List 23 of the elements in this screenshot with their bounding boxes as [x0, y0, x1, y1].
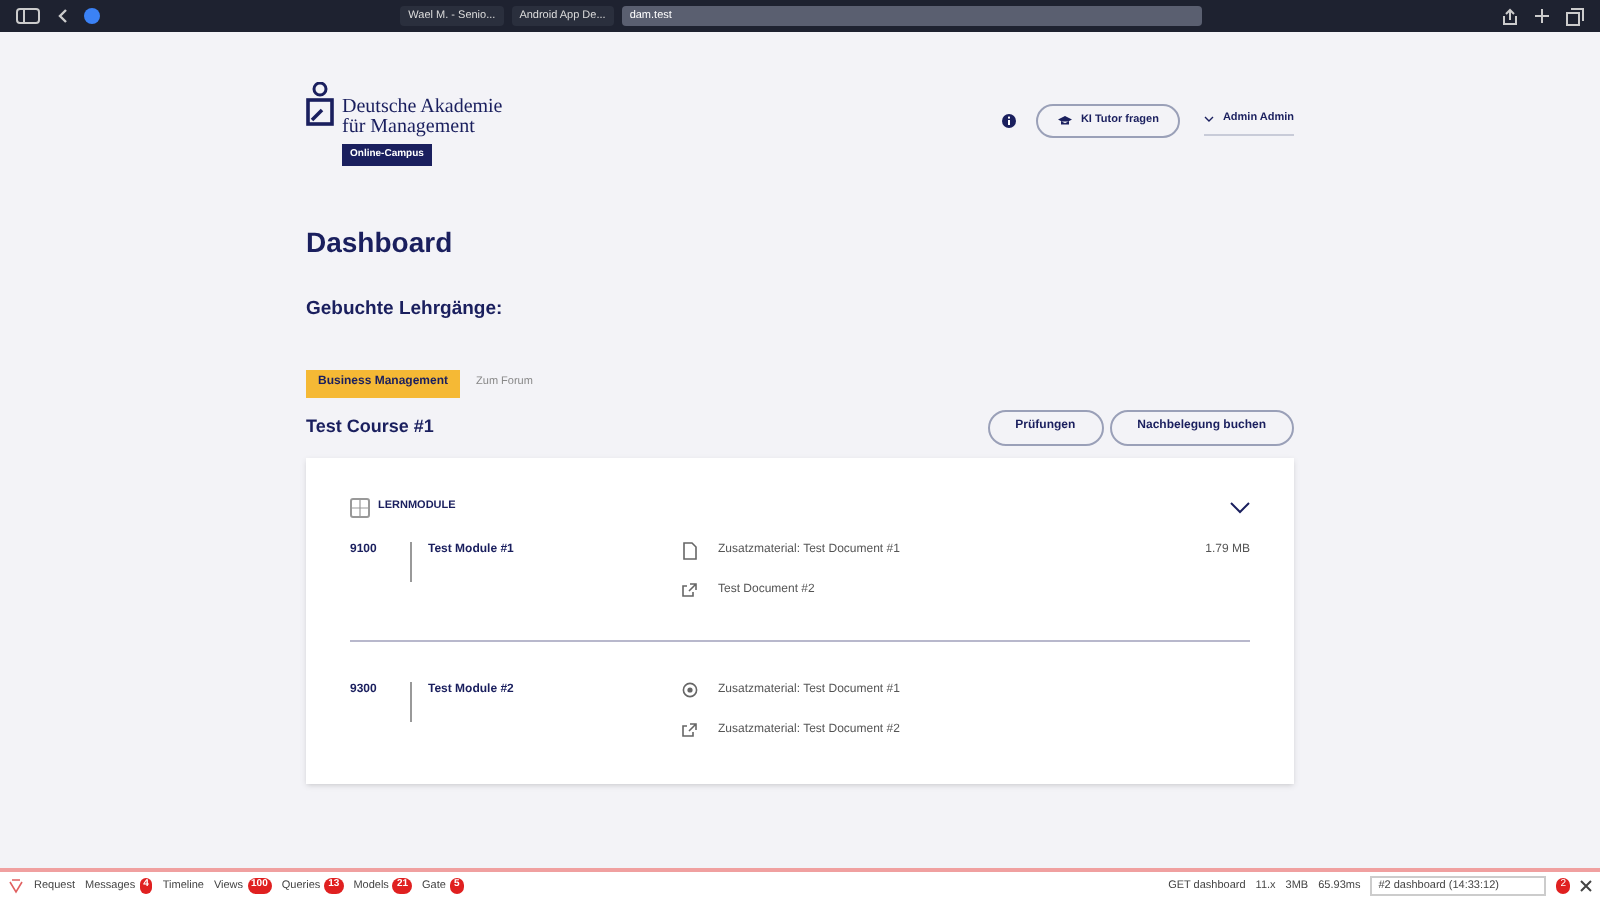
- sidebar-icon[interactable]: [16, 8, 40, 24]
- external-link-icon: [682, 581, 698, 599]
- graduation-cap-icon: [1058, 115, 1073, 125]
- info-icon[interactable]: [1002, 113, 1017, 127]
- tabs-overview-icon[interactable]: [1566, 7, 1584, 25]
- extension-icon[interactable]: [84, 8, 100, 24]
- collapse-chevron-icon[interactable]: [1230, 501, 1250, 513]
- document-icon: [682, 541, 698, 559]
- back-icon[interactable]: [56, 8, 68, 24]
- logo-text: Deutsche Akademie: [342, 97, 503, 118]
- share-icon[interactable]: [1502, 7, 1518, 25]
- chevron-down-icon: [1204, 116, 1215, 122]
- logo-text: für Management: [342, 117, 477, 138]
- media-icon: [682, 681, 698, 699]
- close-icon[interactable]: [1580, 880, 1592, 892]
- page-title: Dashboard: [306, 228, 455, 256]
- section-heading: Gebuchte Lehrgänge:: [306, 300, 505, 319]
- modules-icon: [350, 497, 370, 517]
- course-title: Test Course #1: [306, 413, 434, 440]
- logo-icon: [306, 81, 334, 126]
- new-tab-icon[interactable]: [1534, 8, 1550, 24]
- debugbar-logo-icon[interactable]: [8, 878, 24, 894]
- external-link-icon: [682, 721, 698, 739]
